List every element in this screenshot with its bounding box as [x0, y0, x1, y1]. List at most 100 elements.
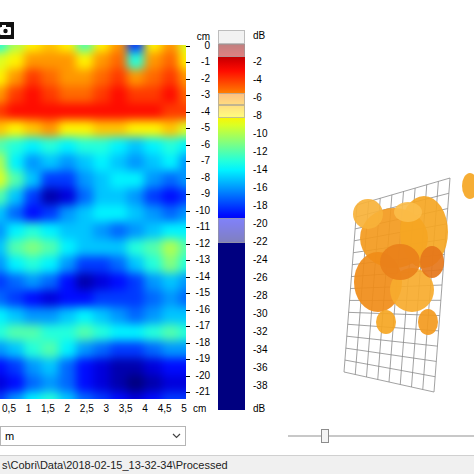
- heatmap-cell: [41, 103, 58, 120]
- heatmap-cell: [110, 256, 127, 273]
- heatmap-cell: [41, 307, 58, 324]
- colorbar-slice: [218, 161, 245, 170]
- heatmap-cell: [59, 52, 76, 69]
- colorbar-slice: [218, 206, 245, 215]
- heatmap-cell: [162, 307, 179, 324]
- heatmap-cell: [76, 120, 93, 137]
- heatmap-cell: [127, 290, 144, 307]
- heatmap-cell: [110, 120, 127, 137]
- heatmap-cell: [7, 45, 24, 52]
- heatmap-cell: [76, 205, 93, 222]
- heatmap-cell: [93, 256, 110, 273]
- y-tick-label: -5: [201, 122, 210, 134]
- x-unit-label: cm: [193, 403, 206, 415]
- heatmap-cell: [127, 239, 144, 256]
- y-tick: [186, 194, 190, 195]
- heatmap-cell: [41, 375, 58, 392]
- heatmap-cell: [76, 392, 93, 399]
- heatmap-cell: [93, 324, 110, 341]
- heatmap-cell: [93, 375, 110, 392]
- heatmap-cell: [24, 171, 41, 188]
- heatmap-cell: [76, 375, 93, 392]
- heatmap-cell: [93, 120, 110, 137]
- colorbar-labels: dB-2-4-6-8-10-12-14-16-18-20-22-24-26-28…: [250, 0, 282, 420]
- heatmap-cell: [162, 324, 179, 341]
- heatmap-cell: [127, 52, 144, 69]
- heatmap-cell: [59, 120, 76, 137]
- heatmap-cell: [162, 171, 179, 188]
- colorbar-highlight[interactable]: [218, 44, 245, 57]
- heatmap-cell: [162, 341, 179, 358]
- heatmap-cell: [7, 188, 24, 205]
- heatmap-cell: [93, 154, 110, 171]
- slider-thumb[interactable]: [321, 429, 329, 443]
- heatmap-cell: [76, 103, 93, 120]
- heatmap-cell: [110, 137, 127, 154]
- volume-render[interactable]: [282, 0, 474, 420]
- colorbar-slice: [218, 377, 245, 386]
- heatmap-cell: [179, 52, 186, 69]
- colorbar-slice: [218, 332, 245, 341]
- heatmap-cell: [59, 171, 76, 188]
- heatmap-cell: [41, 324, 58, 341]
- heatmap-cell: [127, 341, 144, 358]
- y-tick: [186, 244, 190, 245]
- colorbar-highlight[interactable]: [218, 218, 245, 243]
- heatmap-cell: [76, 45, 93, 52]
- y-tick: [186, 161, 190, 162]
- colorbar-slice: [218, 62, 245, 71]
- y-tick-label: -14: [196, 271, 210, 283]
- heatmap-cell: [179, 120, 186, 137]
- heatmap-cell: [76, 137, 93, 154]
- y-tick-label: -3: [201, 89, 210, 101]
- colorbar-slice: [218, 125, 245, 134]
- heatmap-cell: [110, 358, 127, 375]
- y-tick: [186, 211, 190, 212]
- heatmap-cell: [0, 69, 7, 86]
- volume-view[interactable]: [282, 0, 474, 420]
- colorbar-slice: [218, 368, 245, 377]
- heatmap-cell: [0, 290, 7, 307]
- heatmap-cell: [7, 273, 24, 290]
- colorbar-slice: [218, 323, 245, 332]
- slider[interactable]: [288, 428, 474, 444]
- heatmap-cell: [59, 205, 76, 222]
- x-tick-label: 4: [142, 403, 148, 415]
- colorbar-tick-label: -36: [253, 362, 267, 374]
- colorbar-tick-label: -18: [253, 200, 267, 212]
- colorbar-highlight[interactable]: [218, 93, 245, 106]
- heatmap-cell: [0, 188, 7, 205]
- colorbar-slice: [218, 152, 245, 161]
- heatmap-cell: [127, 154, 144, 171]
- view-select[interactable]: m: [0, 426, 186, 446]
- heatmap-cell: [41, 137, 58, 154]
- colorbar-slice: [218, 296, 245, 305]
- colorbar-slice: [218, 251, 245, 260]
- heatmap-cell: [179, 222, 186, 239]
- heatmap-cell: [76, 239, 93, 256]
- heatmap-cell: [59, 239, 76, 256]
- colorbar-slice: [218, 359, 245, 368]
- heatmap-cell: [179, 69, 186, 86]
- y-tick-label: -20: [196, 370, 210, 382]
- heatmap-cell: [59, 392, 76, 399]
- colorbar-highlight[interactable]: [218, 105, 245, 118]
- y-tick: [186, 178, 190, 179]
- y-tick-label: 0: [204, 40, 210, 52]
- y-tick: [186, 128, 190, 129]
- heatmap-cell: [110, 375, 127, 392]
- colorbar-unit: dB: [253, 30, 265, 42]
- y-tick: [186, 79, 190, 80]
- heatmap-cell: [0, 171, 7, 188]
- colorbar-slice: [218, 278, 245, 287]
- colorbar-slice: [218, 143, 245, 152]
- heatmap-cell: [144, 103, 161, 120]
- colorbar-tick-label: -14: [253, 164, 267, 176]
- heatmap-cell: [24, 188, 41, 205]
- heatmap-cell: [179, 239, 186, 256]
- camera-icon[interactable]: [0, 22, 14, 39]
- heatmap-cell: [127, 307, 144, 324]
- y-tick-label: -13: [196, 254, 210, 266]
- heatmap-cell: [144, 239, 161, 256]
- colorbar-slice: [218, 71, 245, 80]
